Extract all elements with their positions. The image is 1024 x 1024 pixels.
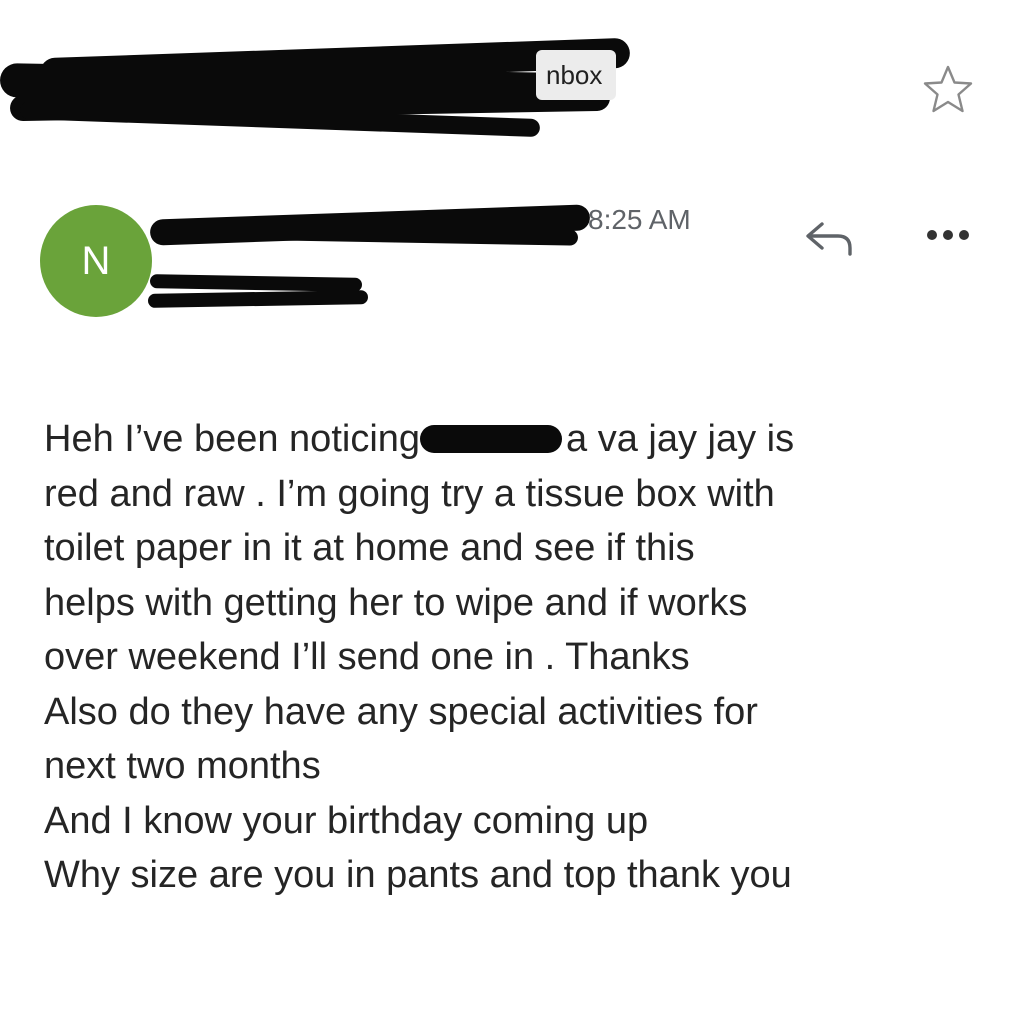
message-time: 8:25 AM <box>588 204 691 235</box>
message-body: Heh I’ve been noticing a va jay jay is re… <box>44 412 1004 903</box>
avatar-initial: N <box>81 239 111 283</box>
message-line-1-end: a va jay jay is <box>566 418 795 460</box>
inbox-label[interactable]: nbox <box>536 50 617 100</box>
message-line-9: Why size are you in pants and top thank … <box>44 854 792 896</box>
message-line-8: And I know your birthday coming up <box>44 799 649 842</box>
message-line-1: Heh I’ve been noticing a va jay jay is <box>44 412 1004 467</box>
message-line-4: helps with getting her to wipe and if wo… <box>44 581 748 624</box>
inline-redaction <box>420 425 563 453</box>
message-line-7: next two months <box>44 745 321 787</box>
message-line-5: over weekend I’ll send one in . Thanks <box>44 636 690 678</box>
message-line-3: toilet paper in it at home and see if th… <box>44 527 695 569</box>
message-line-6: Also do they have any special activities… <box>44 690 758 733</box>
message-line-1-start: Heh I’ve been noticing <box>44 418 421 460</box>
avatar[interactable]: N <box>40 205 152 317</box>
inbox-label-text: nbox <box>546 60 603 90</box>
star-icon[interactable] <box>920 62 976 118</box>
message-line-2: red and raw . I’m going try a tissue box… <box>44 472 775 515</box>
more-icon[interactable] <box>920 220 976 250</box>
reply-icon[interactable] <box>800 214 860 260</box>
